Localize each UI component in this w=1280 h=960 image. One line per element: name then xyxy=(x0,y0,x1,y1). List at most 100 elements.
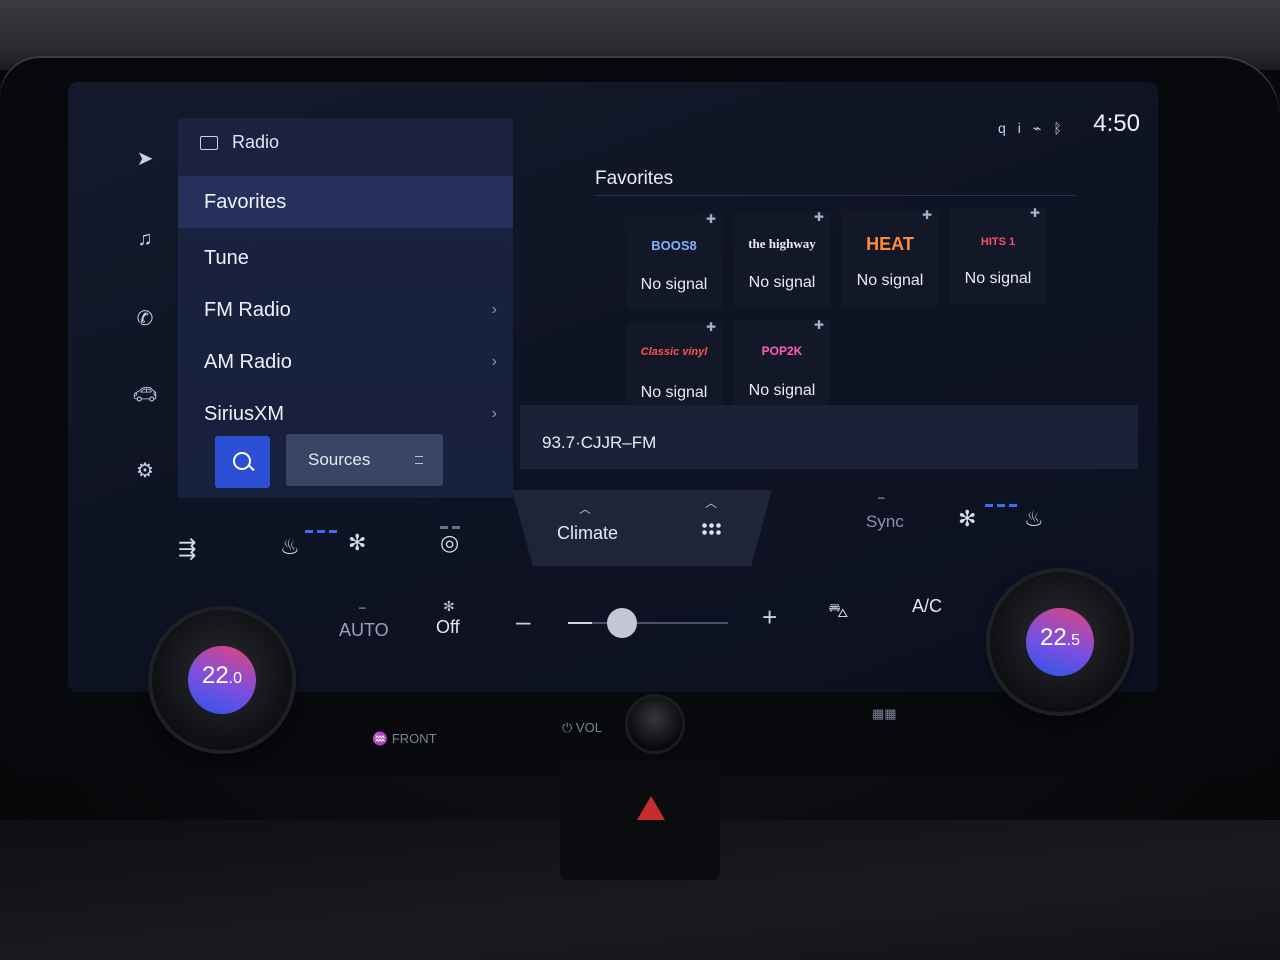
add-favorite-icon[interactable]: ✚ xyxy=(706,212,716,226)
defrost-icon: ♒ xyxy=(372,731,392,746)
favorite-tile[interactable]: ✚ the highway No signal xyxy=(734,210,830,308)
chevron-up-icon: ︿ xyxy=(705,496,718,510)
rear-defrost-icon[interactable]: ▦▦ xyxy=(872,706,897,722)
right-temp-whole: 22 xyxy=(1039,624,1067,651)
right-temp-display: 22.5 xyxy=(1026,608,1094,676)
favorite-tile[interactable]: ✚ POP2K No signal xyxy=(734,318,830,416)
signal-status: No signal xyxy=(964,270,1032,287)
music-icon[interactable]: ♫ xyxy=(130,224,160,254)
seat-ventilation-right-icon[interactable]: ✻ xyxy=(958,506,976,532)
right-temp-decimal: .5 xyxy=(1066,632,1081,649)
signal-icon: ⌁ xyxy=(1032,120,1054,136)
menu-item-label: AM Radio xyxy=(204,351,292,373)
add-favorite-icon[interactable]: ✚ xyxy=(922,208,932,222)
menu-item-label: Favorites xyxy=(204,191,287,213)
fan-off-button[interactable]: Off xyxy=(436,617,460,638)
signal-status: No signal xyxy=(748,382,816,399)
left-temp-knob[interactable]: 22.0 xyxy=(152,610,292,750)
clock: 4:50 xyxy=(1093,110,1140,137)
add-favorite-icon[interactable]: ✚ xyxy=(814,210,824,224)
menu-item-am-radio[interactable]: AM Radio › xyxy=(178,336,513,388)
menu-item-label: FM Radio xyxy=(204,299,291,321)
menu-item-tune[interactable]: Tune xyxy=(178,232,513,284)
steering-heat-indicator xyxy=(440,516,464,529)
steering-wheel-heat-icon[interactable]: ◎ xyxy=(440,530,459,556)
menu-lines-icon xyxy=(415,456,423,464)
navigation-icon[interactable]: ➤ xyxy=(130,144,160,174)
add-favorite-icon[interactable]: ✚ xyxy=(814,318,824,332)
station-logo: HEAT xyxy=(866,234,914,254)
status-icons: qi⌁ᛒ xyxy=(998,120,1074,137)
now-playing-bar[interactable]: 93.7·CJJR–FM xyxy=(520,405,1138,469)
seat-ventilation-left-icon[interactable]: ✻ xyxy=(348,530,366,556)
favorite-tile[interactable]: ✚ Classic vinyl No signal xyxy=(626,320,722,418)
bluetooth-icon: ᛒ xyxy=(1053,120,1074,136)
menu-item-favorites[interactable]: Favorites xyxy=(178,176,513,228)
fan-slider-fill xyxy=(568,622,592,624)
ac-button[interactable]: A/C xyxy=(912,596,942,617)
apps-grid-icon[interactable] xyxy=(701,522,721,536)
station-logo: HITS 1 xyxy=(980,236,1016,248)
phone-icon[interactable]: ✆ xyxy=(130,304,160,334)
left-temp-whole: 22 xyxy=(201,662,229,689)
vol-label-text: VOL xyxy=(575,720,602,735)
signal-status: No signal xyxy=(748,274,816,291)
qi-charging-icon: qi xyxy=(998,120,1033,136)
power-icon: ⏻ xyxy=(562,720,576,735)
menu-item-fm-radio[interactable]: FM Radio › xyxy=(178,284,513,336)
chevron-right-icon: › xyxy=(491,405,497,422)
center-console xyxy=(560,760,720,880)
radio-icon xyxy=(200,136,218,151)
fan-increase-button[interactable]: + xyxy=(762,602,777,633)
menu-item-label: Tune xyxy=(204,247,249,269)
car-icon[interactable]: 🚗︎ xyxy=(130,380,160,410)
chevron-right-icon: › xyxy=(491,301,497,318)
favorites-title: Favorites xyxy=(595,168,674,189)
station-logo: the highway xyxy=(748,236,816,251)
fan-speed-slider[interactable] xyxy=(568,608,728,638)
add-favorite-icon[interactable]: ✚ xyxy=(1030,206,1040,220)
recirculation-icon[interactable]: ⛍ xyxy=(828,600,849,625)
station-logo: Classic vinyl xyxy=(640,346,708,358)
menu-item-siriusxm[interactable]: SiriusXM › xyxy=(178,388,513,440)
front-label: FRONT xyxy=(391,731,437,746)
fan-icon: ✻ xyxy=(443,598,455,614)
favorite-tile[interactable]: ✚ HEAT No signal xyxy=(842,208,938,306)
hazard-icon[interactable] xyxy=(637,796,665,820)
favorite-tile[interactable]: ✚ HITS 1 No signal xyxy=(950,206,1046,304)
signal-status: No signal xyxy=(856,272,924,289)
front-defrost-button[interactable]: ♒ FRONT xyxy=(372,731,437,747)
climate-tab[interactable] xyxy=(512,490,772,566)
add-favorite-icon[interactable]: ✚ xyxy=(706,320,716,334)
left-temp-decimal: .0 xyxy=(228,670,243,687)
station-name: 93.7·CJJR–FM xyxy=(542,433,657,452)
airflow-mode-icon[interactable]: ⇶ xyxy=(178,536,196,562)
signal-status: No signal xyxy=(640,384,708,401)
station-logo: POP2K xyxy=(761,344,803,358)
right-temp-knob[interactable]: 22.5 xyxy=(990,572,1130,712)
seat-heat-right-icon[interactable]: ♨ xyxy=(1024,506,1044,532)
auto-indicator: – xyxy=(359,600,366,614)
search-icon xyxy=(233,452,251,470)
search-button[interactable] xyxy=(215,436,270,488)
seat-heat-left-icon[interactable]: ♨ xyxy=(280,534,300,560)
fan-decrease-button[interactable]: – xyxy=(516,606,530,637)
chevron-right-icon: › xyxy=(491,353,497,370)
menu-item-label: SiriusXM xyxy=(204,403,285,425)
sync-button[interactable]: Sync xyxy=(866,512,904,532)
auto-button[interactable]: AUTO xyxy=(339,620,389,641)
divider xyxy=(595,195,1075,196)
fan-slider-knob[interactable] xyxy=(607,608,637,638)
seat-level-indicator xyxy=(305,520,341,533)
icon-rail: ➤ ♫ ✆ 🚗︎ ⚙ xyxy=(100,118,180,508)
volume-label: ⏻ VOL xyxy=(562,720,602,736)
volume-knob[interactable] xyxy=(628,697,682,751)
station-logo: BOOS8 xyxy=(651,238,697,253)
favorite-tile[interactable]: ✚ BOOS8 No signal xyxy=(626,212,722,310)
seat-level-indicator xyxy=(985,494,1021,507)
signal-status: No signal xyxy=(640,276,708,293)
menu-header-label: Radio xyxy=(232,132,280,152)
sources-button[interactable]: Sources xyxy=(286,434,443,486)
sync-indicator: – xyxy=(878,490,885,504)
settings-icon[interactable]: ⚙ xyxy=(130,456,160,486)
